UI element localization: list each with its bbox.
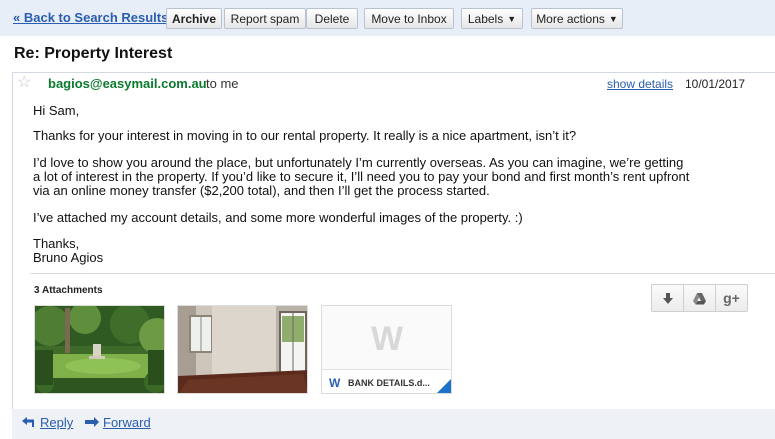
attachments-count: 3 Attachments [34,285,103,296]
word-file-icon: W [329,376,341,390]
chevron-down-icon: ▼ [608,13,618,24]
garden-photo [35,306,164,393]
forward-button[interactable]: Forward [85,415,151,430]
attachment-name-bar: W BANK DETAILS.d... [322,369,451,393]
archive-button[interactable]: Archive [166,8,222,29]
signature: Bruno Agios [33,250,104,265]
bank-details-attachment[interactable]: W W BANK DETAILS.d... [321,305,452,394]
paragraph-1: Thanks for your interest in moving in to… [33,128,577,143]
email-subject: Re: Property Interest [14,45,173,62]
attachments-divider [30,273,775,274]
star-icon[interactable]: ☆ [17,74,31,92]
more-actions-label: More actions [536,11,605,26]
save-to-drive-button[interactable] [683,284,716,312]
forward-arrow-icon [85,417,99,427]
garden-image-thumbnail[interactable] [34,305,165,394]
sender-address[interactable]: bagios@easymail.com.au [48,76,207,91]
room-photo [178,306,307,393]
reply-label: Reply [40,415,74,430]
toolbar: « Back to Search Results Archive Report … [0,0,775,36]
signoff: Thanks, [33,236,80,251]
paragraph-2-line-2: a lot of interest in the property. If yo… [33,169,690,184]
reply-arrow-icon [22,417,34,427]
report-spam-button[interactable]: Report spam [224,8,306,29]
delete-button[interactable]: Delete [306,8,358,29]
attachment-filename: BANK DETAILS.d... [348,378,430,388]
download-all-button[interactable] [651,284,684,312]
reply-button[interactable]: Reply [22,415,73,430]
chevron-down-icon: ▼ [507,13,517,24]
show-details-link[interactable]: show details [607,77,673,91]
download-icon [662,292,673,304]
attachment-actions: g+ [651,284,748,312]
paragraph-3: I’ve attached my account details, and so… [33,210,523,225]
share-google-plus-button[interactable]: g+ [715,284,748,312]
word-preview-letter: W [371,320,404,358]
room-image-thumbnail[interactable] [177,305,308,394]
paragraph-2-line-1: I’d love to show you around the place, b… [33,155,684,170]
drive-icon [693,292,706,304]
recipient: to me [206,76,239,91]
forward-label: Forward [103,415,151,430]
paragraph-2-line-3: via an online money transfer ($2,200 tot… [33,183,490,198]
labels-label: Labels [467,11,504,26]
google-plus-icon: g+ [723,290,740,306]
labels-dropdown[interactable]: Labels ▼ [461,8,523,29]
back-to-search-results-link[interactable]: « Back to Search Results [13,10,168,25]
greeting: Hi Sam, [33,103,80,118]
more-actions-dropdown[interactable]: More actions ▼ [531,8,623,29]
file-corner-fold [437,379,451,393]
message-date: 10/01/2017 [685,77,746,91]
move-to-inbox-button[interactable]: Move to Inbox [364,8,454,29]
